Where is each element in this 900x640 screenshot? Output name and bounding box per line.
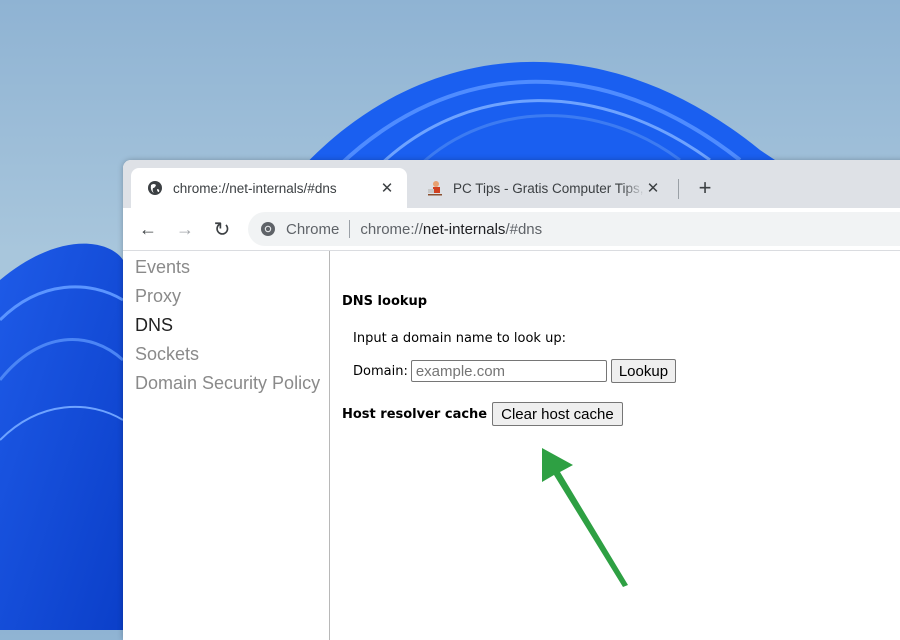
clear-host-cache-button[interactable]: Clear host cache bbox=[492, 402, 623, 426]
globe-icon bbox=[148, 181, 162, 195]
url-host: net-internals bbox=[422, 220, 506, 238]
url-scheme: chrome:// bbox=[360, 220, 423, 238]
page-content: Events Proxy DNS Sockets Domain Security… bbox=[123, 251, 900, 640]
dns-lookup-heading: DNS lookup bbox=[342, 294, 428, 309]
tab-title: PC Tips - Gratis Computer Tips, in bbox=[453, 180, 645, 196]
chrome-icon bbox=[261, 222, 275, 236]
url-path: /#dns bbox=[505, 220, 543, 238]
omnibox-divider bbox=[349, 220, 351, 238]
sidebar-item-domain-security-policy[interactable]: Domain Security Policy bbox=[135, 373, 320, 394]
site-chip: Chrome bbox=[286, 220, 340, 238]
domain-label: Domain: bbox=[353, 363, 408, 379]
host-resolver-cache-label: Host resolver cache bbox=[342, 406, 488, 422]
tab-separator bbox=[678, 179, 679, 199]
domain-row: Domain: Lookup bbox=[353, 359, 677, 383]
close-tab-icon[interactable]: ✕ bbox=[379, 180, 395, 197]
tab-strip: chrome://net-internals/#dns ✕ PC Tips - … bbox=[123, 160, 900, 208]
net-internals-sidebar: Events Proxy DNS Sockets Domain Security… bbox=[123, 251, 330, 640]
address-bar[interactable]: Chrome chrome://net-internals/#dns bbox=[248, 212, 900, 246]
reload-button[interactable]: ↻ bbox=[210, 217, 234, 241]
back-button[interactable]: ← bbox=[136, 217, 160, 241]
tab-pc-tips[interactable]: PC Tips - Gratis Computer Tips, in ✕ bbox=[411, 168, 673, 208]
host-resolver-cache-row: Host resolver cache Clear host cache bbox=[342, 402, 623, 426]
tab-title: chrome://net-internals/#dns bbox=[173, 180, 337, 196]
green-arrow-annotation bbox=[542, 448, 628, 587]
forward-button[interactable]: → bbox=[173, 217, 197, 241]
dns-lookup-description: Input a domain name to look up: bbox=[353, 331, 566, 346]
pctips-favicon-icon bbox=[428, 181, 442, 196]
sidebar-item-events[interactable]: Events bbox=[135, 257, 190, 278]
tab-net-internals[interactable]: chrome://net-internals/#dns ✕ bbox=[131, 168, 407, 208]
url-text: chrome://net-internals/#dns bbox=[360, 221, 542, 238]
close-tab-icon[interactable]: ✕ bbox=[645, 180, 661, 197]
browser-toolbar: ← → ↻ Chrome chrome://net-internals/#dns bbox=[123, 208, 900, 251]
arrow-shape bbox=[542, 448, 628, 587]
new-tab-button[interactable]: + bbox=[691, 174, 719, 202]
domain-input[interactable] bbox=[410, 360, 607, 382]
browser-window: chrome://net-internals/#dns ✕ PC Tips - … bbox=[123, 160, 900, 640]
sidebar-item-dns[interactable]: DNS bbox=[135, 315, 173, 336]
lookup-button[interactable]: Lookup bbox=[610, 359, 677, 383]
sidebar-item-sockets[interactable]: Sockets bbox=[135, 344, 199, 365]
sidebar-item-proxy[interactable]: Proxy bbox=[135, 286, 181, 307]
